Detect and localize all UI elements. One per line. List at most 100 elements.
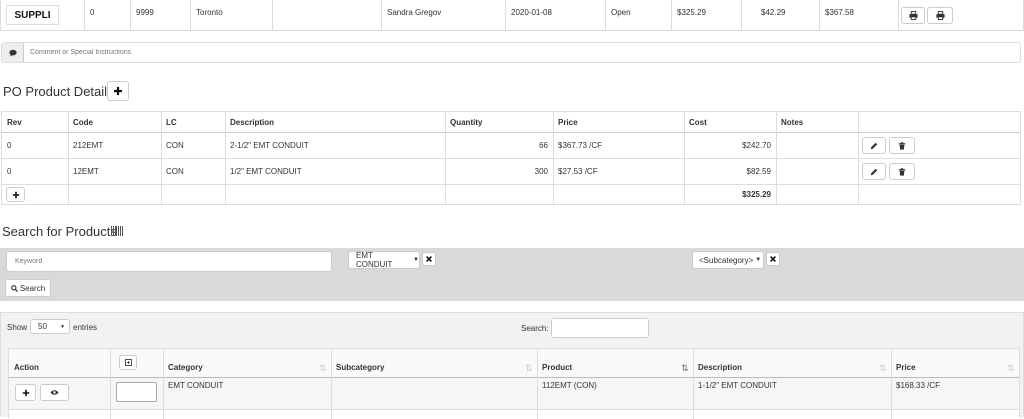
po-row-1-lc: CON — [166, 141, 184, 150]
col-rev: Rev — [7, 117, 22, 127]
po-row-1-cost: $242.70 — [742, 141, 771, 150]
po-row-2-rev: 0 — [7, 167, 12, 176]
table-search-input[interactable] — [551, 318, 649, 338]
col-product[interactable]: Product — [537, 353, 577, 381]
po-row-1-notes — [776, 133, 786, 158]
view-product-button[interactable] — [40, 384, 69, 401]
sort-ascending-icon[interactable]: ⇅ — [681, 363, 689, 374]
entries-label: entries — [73, 323, 98, 332]
comment-addon — [2, 43, 24, 62]
comment-input[interactable] — [28, 44, 1008, 61]
sort-icon[interactable]: ⇅ — [319, 363, 327, 374]
po-row-2-description: 1/2" EMT CONDUIT — [230, 167, 302, 176]
caret-down-icon: ▼ — [60, 323, 65, 330]
clear-subcategory-button[interactable] — [766, 252, 780, 266]
col-subcategory[interactable]: Subcategory — [331, 353, 389, 381]
print-icon — [908, 11, 918, 20]
po-row-2-cost: $82.59 — [746, 167, 771, 176]
subcategory-dropdown[interactable]: <Subcategory> ▼ — [692, 251, 764, 269]
entries-select-value: 50 — [38, 322, 47, 331]
summary-date: 2020-01-08 — [511, 8, 552, 17]
edit-row-2-button[interactable] — [862, 163, 886, 180]
search-panel: EMT CONDUIT ▼ <Subcategory> ▼ Search — [0, 248, 1024, 301]
col-lc: LC — [166, 117, 177, 127]
delete-row-1-button[interactable] — [889, 137, 915, 154]
summary-total: $367.58 — [825, 8, 854, 17]
po-details-table: Rev Code LC Description Quantity Price C… — [1, 111, 1021, 205]
print-button[interactable] — [901, 7, 925, 24]
po-row-1-code: 212EMT — [73, 141, 104, 150]
results-panel: Show 50 ▼ entries Search: Action Categor… — [0, 312, 1024, 419]
summary-subtotal: $325.29 — [677, 8, 706, 17]
show-label: Show — [7, 323, 28, 332]
caret-down-icon: ▼ — [755, 257, 762, 263]
plus-icon — [22, 389, 29, 396]
expand-icon — [124, 359, 132, 366]
search-products-title: Search for Products — [2, 224, 117, 239]
table-search-label: Search: — [521, 324, 549, 333]
pencil-icon — [870, 168, 878, 175]
plus-icon — [12, 191, 19, 198]
subcategory-dropdown-label: <Subcategory> — [699, 255, 754, 265]
result-row-price: $168.33 /CF — [896, 380, 941, 390]
col-notes: Notes — [781, 117, 804, 127]
quantity-input[interactable] — [116, 382, 157, 402]
category-dropdown-label: EMT CONDUIT — [356, 251, 393, 269]
add-po-product-button[interactable] — [107, 81, 129, 101]
search-button-label: Search — [19, 283, 46, 293]
summary-col2: 0 — [90, 8, 95, 17]
trash-icon — [898, 141, 906, 150]
print-alt-button[interactable] — [927, 7, 953, 24]
summary-status: Open — [611, 8, 631, 17]
add-po-line-button[interactable] — [6, 187, 25, 202]
po-total-cost: $325.29 — [742, 190, 771, 199]
print-icon — [935, 11, 945, 20]
eye-icon — [50, 390, 59, 395]
po-details-title: PO Product Details — [3, 84, 114, 99]
clear-category-button[interactable] — [422, 252, 436, 266]
delete-row-2-button[interactable] — [889, 163, 915, 180]
po-row-2-notes — [776, 159, 786, 184]
close-icon — [770, 256, 776, 262]
col-results-price[interactable]: Price — [891, 353, 921, 381]
po-summary-row: SUPPLI 0 9999 Toronto Sandra Gregov 2020… — [0, 0, 1024, 31]
result-row-product: 112EMT (CON) — [542, 380, 597, 390]
comment-group — [1, 42, 1021, 63]
results-table: Action Category ⇅ Subcategory ⇅ Product … — [8, 348, 1020, 419]
po-row-2-price: $27.53 /CF — [558, 167, 598, 176]
select-all-button[interactable] — [119, 355, 137, 370]
po-row-2-code: 12EMT — [73, 167, 99, 176]
sort-icon[interactable]: ⇅ — [525, 363, 533, 374]
summary-buyer: Sandra Gregov — [387, 8, 442, 17]
col-category[interactable]: Category — [163, 353, 208, 381]
add-product-button[interactable] — [15, 384, 36, 401]
po-row-2-quantity: 300 — [534, 167, 548, 176]
summary-tax: $42.29 — [761, 8, 786, 17]
comment-icon — [8, 49, 17, 57]
sort-icon[interactable]: ⇅ — [1007, 363, 1015, 374]
col-cost: Cost — [689, 117, 707, 127]
sort-icon[interactable]: ⇅ — [879, 363, 887, 374]
plus-icon — [114, 87, 122, 95]
entries-select[interactable]: 50 ▼ — [30, 319, 70, 334]
trash-icon — [898, 167, 906, 176]
search-icon — [10, 284, 18, 292]
col-action: Action — [14, 362, 39, 372]
col-results-description[interactable]: Description — [693, 353, 747, 381]
result-row-description: 1-1/2" EMT CONDUIT — [698, 380, 777, 390]
close-icon — [426, 256, 432, 262]
po-row-1-price: $367.73 /CF — [558, 141, 603, 150]
col-description: Description — [230, 117, 275, 127]
supplier-name: SUPPLI — [14, 9, 51, 21]
result-row-category: EMT CONDUIT — [168, 380, 224, 390]
search-button[interactable]: Search — [5, 279, 51, 297]
edit-row-1-button[interactable] — [862, 137, 886, 154]
keyword-input[interactable] — [6, 251, 332, 272]
po-row-2-lc: CON — [166, 167, 184, 176]
caret-down-icon: ▼ — [413, 257, 419, 263]
result-row-subcategory — [331, 378, 341, 392]
col-quantity: Quantity — [450, 117, 483, 127]
category-dropdown[interactable]: EMT CONDUIT ▼ — [348, 251, 420, 269]
summary-city: Toronto — [196, 8, 223, 17]
col-code: Code — [73, 117, 93, 127]
